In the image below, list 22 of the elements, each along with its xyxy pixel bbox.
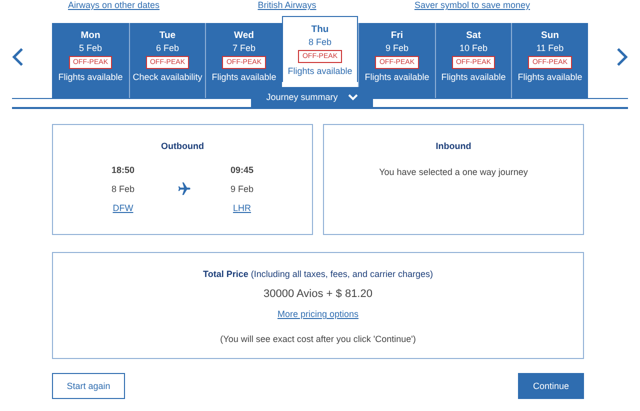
arrival-time: 09:45 (230, 165, 254, 175)
start-again-button[interactable]: Start again (52, 373, 125, 399)
chevron-left-icon[interactable] (12, 47, 24, 67)
text-link[interactable]: British Airways (258, 0, 316, 10)
airport-link[interactable]: LHR (233, 203, 252, 213)
inbound-message: You have selected a one way journey (379, 167, 528, 177)
card-title: Outbound (161, 141, 204, 151)
price-note: (You will see exact cost after you click 'Continue') (220, 334, 416, 344)
chevron-right-icon[interactable] (616, 47, 628, 67)
caret-icon (348, 94, 358, 100)
departure-date: 8 Feb (111, 184, 134, 194)
card-title: Inbound (436, 141, 472, 151)
continue-button[interactable]: Continue (518, 373, 584, 399)
text-link[interactable]: Saver symbol to save money (414, 0, 530, 10)
total-price-label: Total Price (Including all taxes, fees, and carrier charges) (203, 269, 433, 279)
pricing-options-link[interactable]: More pricing options (277, 309, 359, 319)
text-link[interactable]: Airways on other dates (68, 0, 160, 10)
departure-time: 18:50 (111, 165, 134, 175)
price-amount: 30000 Avios + $ 81.20 (264, 288, 372, 300)
airport-link[interactable]: DFW (112, 203, 134, 213)
journey-summary-toggle[interactable]: Journey summary (251, 87, 373, 107)
arrival-date: 9 Feb (230, 184, 254, 194)
